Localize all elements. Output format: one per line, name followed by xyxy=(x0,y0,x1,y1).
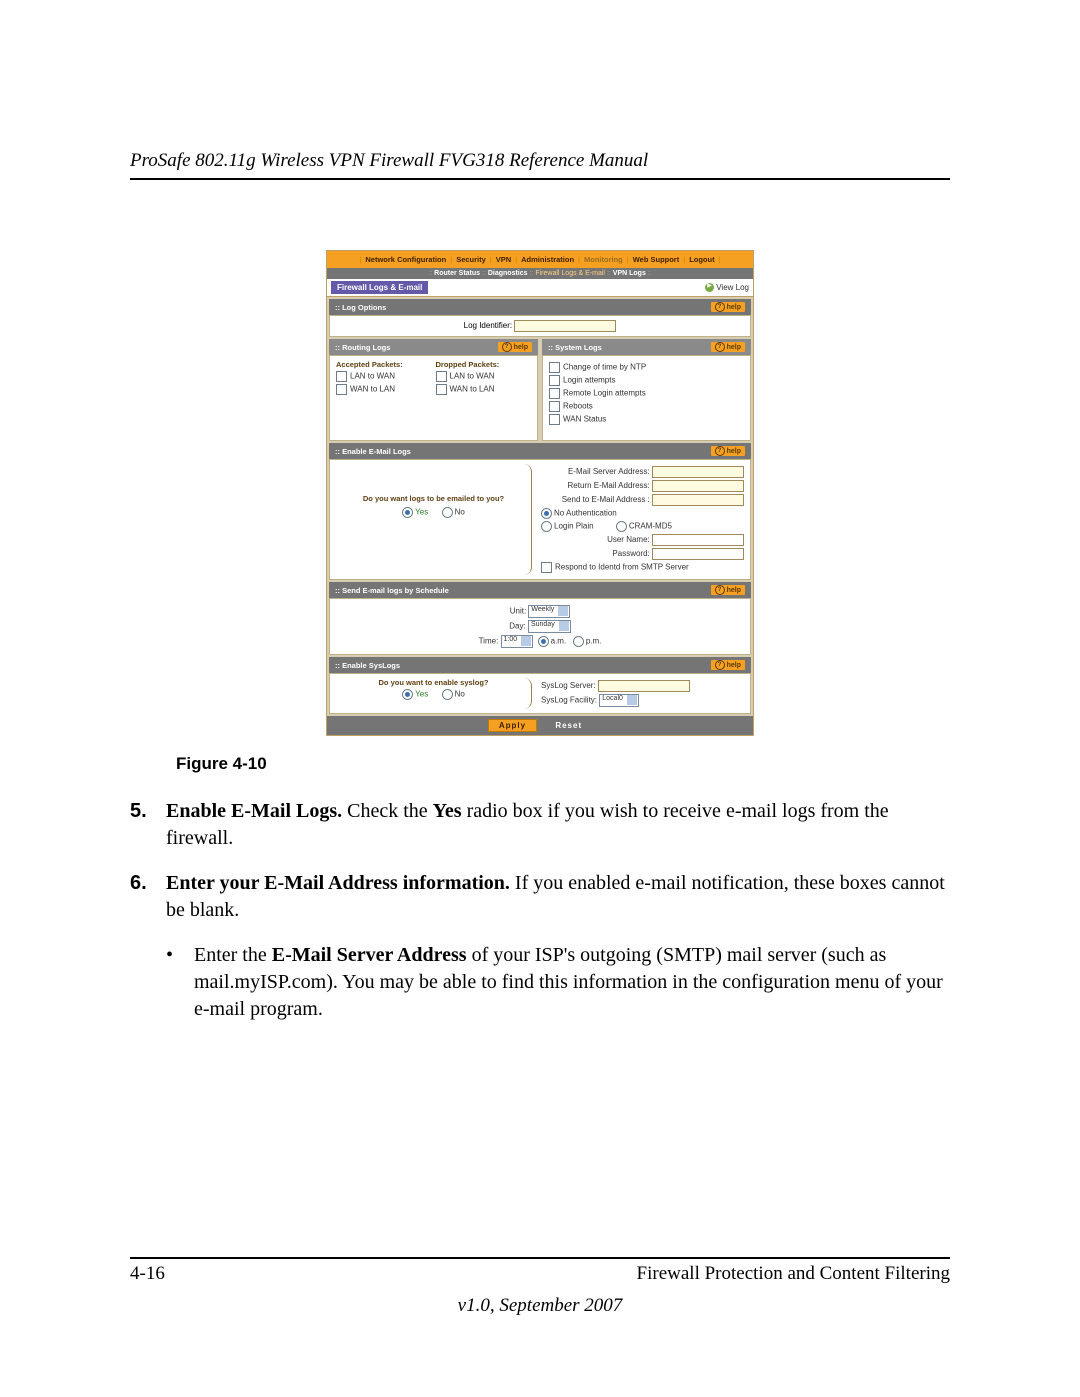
help-link[interactable]: help xyxy=(711,342,745,352)
view-log-link[interactable]: View Log xyxy=(705,283,749,292)
step-5-number: 5. xyxy=(130,798,166,852)
subnav-diagnostics[interactable]: Diagnostics xyxy=(488,270,528,277)
email-yes-radio[interactable] xyxy=(402,507,413,518)
firewall-screenshot: |Network Configuration |Security |VPN |A… xyxy=(326,250,754,736)
apply-button[interactable]: Apply xyxy=(488,719,537,732)
section-routing-header: :: Routing Logs help xyxy=(329,339,538,355)
auth-login-plain-radio[interactable] xyxy=(541,521,552,532)
routing-dropped-lan-wan-checkbox[interactable] xyxy=(436,371,447,382)
section-schedule-header: :: Send E-mail logs by Schedule help xyxy=(329,582,751,598)
syslog-facility-select[interactable]: Local0 xyxy=(599,694,639,707)
section-system-header: :: System Logs help xyxy=(542,339,751,355)
routing-accepted-wan-lan-checkbox[interactable] xyxy=(336,384,347,395)
step-6-text: Enter your E-Mail Address information. I… xyxy=(166,870,950,924)
bullet-icon: • xyxy=(166,942,194,1023)
return-email-address-input[interactable] xyxy=(652,480,744,492)
schedule-day-select[interactable]: Sunday xyxy=(528,620,571,633)
nav-admin[interactable]: Administration xyxy=(518,253,577,266)
subnav-routerstatus[interactable]: Router Status xyxy=(434,270,480,277)
help-link[interactable]: help xyxy=(498,342,532,352)
email-no-radio[interactable] xyxy=(442,507,453,518)
sub-nav: :: Router Status :: Diagnostics :: Firew… xyxy=(327,268,753,279)
help-link[interactable]: help xyxy=(711,660,745,670)
schedule-am-radio[interactable] xyxy=(538,636,549,647)
syslog-yes-radio[interactable] xyxy=(402,689,413,700)
figure-caption: Figure 4-10 xyxy=(176,754,950,774)
smtp-password-input[interactable] xyxy=(652,548,744,560)
top-nav: |Network Configuration |Security |VPN |A… xyxy=(327,251,753,268)
smtp-username-input[interactable] xyxy=(652,534,744,546)
syslog-wanstatus-checkbox[interactable] xyxy=(549,414,560,425)
help-link[interactable]: help xyxy=(711,302,745,312)
nav-monitoring[interactable]: Monitoring xyxy=(581,253,626,266)
page-title: Firewall Logs & E-mail xyxy=(331,281,428,294)
log-identifier-label: Log Identifier: xyxy=(464,321,512,330)
nav-network[interactable]: Network Configuration xyxy=(362,253,449,266)
section-email-header: :: Enable E-Mail Logs help xyxy=(329,443,751,459)
step-6a-text: Enter the E-Mail Server Address of your … xyxy=(194,942,950,1023)
step-6-number: 6. xyxy=(130,870,166,924)
send-to-email-address-input[interactable] xyxy=(652,494,744,506)
auth-cram-md5-radio[interactable] xyxy=(616,521,627,532)
syslog-login-checkbox[interactable] xyxy=(549,375,560,386)
subnav-vpnlogs[interactable]: VPN Logs xyxy=(613,270,646,277)
play-icon xyxy=(705,283,714,292)
subnav-firewall-logs[interactable]: Firewall Logs & E-mail xyxy=(535,270,605,277)
schedule-time-select[interactable]: 1:00 xyxy=(501,635,534,648)
reset-button[interactable]: Reset xyxy=(545,720,592,731)
section-log-options-header: :: Log Options help xyxy=(329,299,751,315)
respond-identd-checkbox[interactable] xyxy=(541,562,552,573)
routing-dropped-wan-lan-checkbox[interactable] xyxy=(436,384,447,395)
nav-logout[interactable]: Logout xyxy=(686,253,717,266)
email-server-address-input[interactable] xyxy=(652,466,744,478)
syslog-ntp-checkbox[interactable] xyxy=(549,362,560,373)
syslog-server-input[interactable] xyxy=(598,680,690,692)
nav-security[interactable]: Security xyxy=(453,253,489,266)
help-link[interactable]: help xyxy=(711,585,745,595)
doc-header-title: ProSafe 802.11g Wireless VPN Firewall FV… xyxy=(130,150,950,180)
syslog-question: Do you want to enable syslog? xyxy=(336,678,531,687)
section-syslogs-header: :: Enable SysLogs help xyxy=(329,657,751,673)
page-number: 4-16 xyxy=(130,1263,165,1285)
accepted-packets-label: Accepted Packets: xyxy=(336,360,432,369)
schedule-pm-radio[interactable] xyxy=(573,636,584,647)
auth-none-radio[interactable] xyxy=(541,508,552,519)
doc-version: v1.0, September 2007 xyxy=(130,1295,950,1317)
email-question: Do you want logs to be emailed to you? xyxy=(336,494,531,503)
nav-vpn[interactable]: VPN xyxy=(493,253,514,266)
syslog-remote-login-checkbox[interactable] xyxy=(549,388,560,399)
schedule-unit-select[interactable]: Weekly xyxy=(528,605,570,618)
dropped-packets-label: Dropped Packets: xyxy=(436,360,532,369)
syslog-no-radio[interactable] xyxy=(442,689,453,700)
step-5-text: Enable E-Mail Logs. Check the Yes radio … xyxy=(166,798,950,852)
chapter-title: Firewall Protection and Content Filterin… xyxy=(637,1263,950,1285)
syslog-reboots-checkbox[interactable] xyxy=(549,401,560,412)
log-identifier-input[interactable] xyxy=(514,320,616,332)
routing-accepted-lan-wan-checkbox[interactable] xyxy=(336,371,347,382)
help-link[interactable]: help xyxy=(711,446,745,456)
nav-websupport[interactable]: Web Support xyxy=(630,253,683,266)
